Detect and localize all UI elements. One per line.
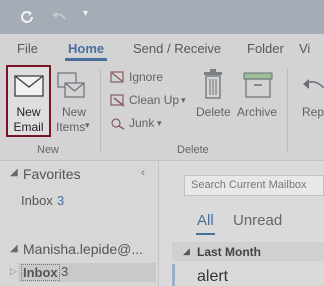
tab-view[interactable]: Vi	[299, 41, 310, 56]
account-collapse-icon[interactable]: ◢	[10, 243, 18, 254]
new-items-dropdown-icon: ▾	[85, 120, 90, 130]
expand-inbox-icon[interactable]: ▷	[10, 266, 17, 277]
junk-dropdown-icon: ▾	[157, 118, 162, 128]
junk-icon	[111, 118, 125, 130]
clean-up-dropdown-icon: ▾	[181, 95, 186, 105]
ignore-label: Ignore	[129, 70, 164, 84]
ribbon-tabs: File Home Send / Receive Folder Vi	[0, 34, 324, 62]
tab-home[interactable]: Home	[68, 41, 104, 56]
favorites-inbox[interactable]: Inbox	[21, 193, 53, 208]
new-items-label-1: New	[62, 105, 87, 119]
delete-label: Delete	[196, 105, 231, 119]
group-separator	[100, 68, 101, 152]
clean-up-icon	[110, 94, 125, 107]
tab-folder[interactable]: Folder	[247, 41, 284, 56]
search-placeholder: Search Current Mailbox	[191, 179, 307, 191]
account-header[interactable]: Manisha.lepide@...	[23, 241, 143, 257]
search-input[interactable]: Search Current Mailbox	[184, 175, 324, 196]
title-bar: ▾	[0, 0, 324, 34]
favorites-header[interactable]: Favorites	[23, 166, 81, 182]
tab-file[interactable]: File	[17, 41, 38, 56]
junk-label: Junk	[129, 116, 155, 130]
group-label-delete: Delete	[177, 144, 209, 156]
message-unread-marker	[172, 264, 175, 286]
archive-label: Archive	[237, 105, 278, 119]
account-inbox[interactable]: Inbox	[21, 264, 60, 281]
favorites-collapse-icon[interactable]: ◢	[10, 167, 18, 178]
group-label-new: New	[37, 144, 60, 156]
ignore-icon	[110, 71, 124, 83]
message-subject[interactable]: alert	[197, 268, 228, 286]
tab-send-receive[interactable]: Send / Receive	[133, 41, 221, 56]
group-separator	[287, 68, 288, 152]
group-collapse-icon[interactable]: ◢	[183, 246, 190, 257]
reply-label: Repl	[302, 105, 324, 119]
active-filter-indicator	[196, 233, 215, 235]
new-items-label-2: Items	[56, 120, 86, 134]
trash-icon	[204, 69, 222, 99]
account-inbox-count: 3	[61, 264, 69, 279]
new-email-button[interactable]: New Email	[6, 65, 51, 137]
new-items-icon	[57, 72, 85, 98]
new-email-label-2: Email	[13, 120, 44, 134]
archive-icon	[243, 72, 273, 98]
filter-all-tab[interactable]: All	[197, 212, 214, 229]
new-email-label-1: New	[16, 105, 41, 119]
refresh-icon[interactable]	[18, 8, 36, 26]
reply-icon	[303, 79, 324, 89]
active-tab-indicator	[65, 58, 107, 61]
group-header-last-month[interactable]: Last Month	[197, 245, 261, 259]
envelope-icon	[14, 75, 44, 97]
undo-icon[interactable]	[50, 10, 68, 24]
clean-up-label: Clean Up	[129, 93, 180, 107]
qat-customize-icon[interactable]: ▾	[83, 8, 88, 19]
filter-unread-tab[interactable]: Unread	[233, 212, 282, 229]
favorites-inbox-count: 3	[57, 193, 65, 208]
collapse-pane-icon[interactable]: ‹	[141, 165, 145, 179]
